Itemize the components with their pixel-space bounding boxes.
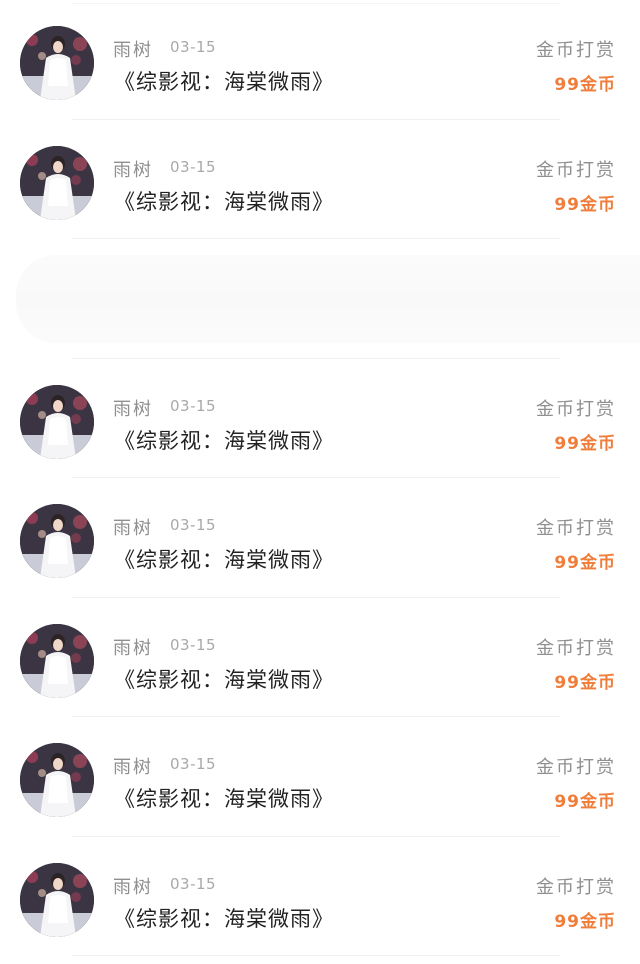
record-date: 03-15	[170, 874, 217, 893]
list-item[interactable]: 雨树 03-15 《综影视：海棠微雨》 金币打赏 99金币	[0, 837, 640, 956]
tip-amount: 99金币	[554, 194, 616, 215]
record-date: 03-15	[170, 755, 217, 773]
tip-amount: 99金币	[554, 911, 616, 932]
tip-type: 金币打赏	[536, 876, 616, 898]
avatar[interactable]	[20, 743, 94, 817]
tip-amount: 99金币	[554, 553, 616, 573]
book-title[interactable]: 《综影视：海棠微雨》	[114, 783, 334, 813]
list-item[interactable]: 雨树 03-15 《综影视：海棠微雨》 金币打赏 99金币	[0, 359, 640, 478]
list-item[interactable]: 雨树 03-15 《综影视：海棠微雨》 金币打赏 99金币	[0, 120, 640, 239]
record-date: 03-15	[170, 396, 217, 415]
record-date: 03-15	[170, 38, 217, 56]
book-title[interactable]: 《综影视：海棠微雨》	[114, 544, 334, 574]
tip-type: 金币打赏	[536, 398, 616, 420]
avatar[interactable]	[20, 504, 94, 578]
user-name[interactable]: 雨树	[113, 514, 153, 540]
tip-type: 金币打赏	[536, 637, 616, 659]
avatar-photo-icon	[20, 623, 94, 698]
user-name[interactable]: 雨树	[113, 634, 153, 660]
tip-type: 金币打赏	[536, 159, 616, 181]
book-title[interactable]: 《综影视：海棠微雨》	[114, 903, 334, 933]
avatar[interactable]	[20, 862, 94, 937]
avatar[interactable]	[20, 145, 94, 220]
record-date: 03-15	[170, 635, 217, 654]
tip-record-page: { "records": [ {"user": "雨树", "date": "0…	[0, 0, 640, 964]
avatar-photo-icon	[20, 862, 94, 937]
user-name[interactable]: 雨树	[113, 36, 153, 62]
user-name[interactable]: 雨树	[113, 156, 153, 182]
book-title[interactable]: 《综影视：海棠微雨》	[114, 425, 334, 455]
tip-amount: 99金币	[554, 75, 616, 95]
list-item[interactable]: 雨树 03-15 《综影视：海棠微雨》 金币打赏 99金币	[0, 0, 640, 120]
list-item[interactable]: 雨树 03-15 《综影视：海棠微雨》 金币打赏 99金币	[0, 717, 640, 837]
avatar[interactable]	[20, 623, 94, 698]
record-date: 03-15	[170, 157, 217, 176]
tip-amount: 99金币	[554, 792, 616, 812]
divider	[72, 955, 560, 956]
tip-record-list: 雨树 03-15 《综影视：海棠微雨》 金币打赏 99金币 雨树 03-15 《…	[0, 0, 640, 956]
loading-placeholder	[16, 255, 640, 343]
list-item[interactable]: 雨树 03-15 《综影视：海棠微雨》 金币打赏 99金币	[0, 598, 640, 717]
divider	[72, 3, 560, 4]
avatar-photo-icon	[20, 743, 94, 817]
book-title[interactable]: 《综影视：海棠微雨》	[114, 66, 334, 96]
avatar[interactable]	[20, 26, 94, 100]
avatar-photo-icon	[20, 26, 94, 100]
avatar-photo-icon	[20, 145, 94, 220]
record-date: 03-15	[170, 516, 217, 534]
avatar[interactable]	[20, 384, 94, 459]
avatar-photo-icon	[20, 504, 94, 578]
placeholder-row	[0, 239, 640, 359]
user-name[interactable]: 雨树	[113, 395, 153, 421]
tip-type: 金币打赏	[536, 757, 616, 778]
avatar-photo-icon	[20, 384, 94, 459]
book-title[interactable]: 《综影视：海棠微雨》	[114, 664, 334, 694]
tip-amount: 99金币	[554, 433, 616, 454]
tip-type: 金币打赏	[536, 40, 616, 61]
list-item[interactable]: 雨树 03-15 《综影视：海棠微雨》 金币打赏 99金币	[0, 478, 640, 598]
user-name[interactable]: 雨树	[113, 753, 153, 779]
tip-type: 金币打赏	[536, 518, 616, 539]
book-title[interactable]: 《综影视：海棠微雨》	[114, 186, 334, 216]
user-name[interactable]: 雨树	[113, 873, 153, 899]
tip-amount: 99金币	[554, 672, 616, 693]
